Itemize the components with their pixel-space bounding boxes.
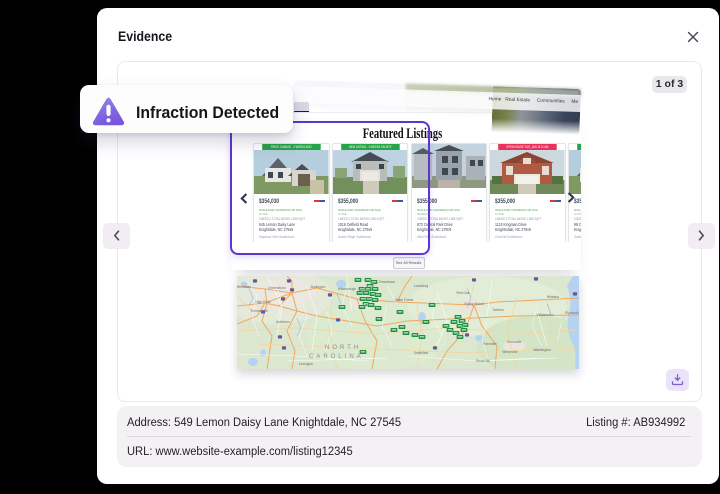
svg-text:Windsor: Windsor [547,295,560,299]
svg-text:Williamston: Williamston [537,313,554,317]
svg-text:Wake Forest: Wake Forest [395,298,414,302]
svg-text:Asheboro: Asheboro [276,320,290,324]
svg-text:Snow Hill: Snow Hill [476,359,490,363]
svg-text:Winterville: Winterville [502,350,517,354]
svg-text:Creedmoor: Creedmoor [379,280,396,284]
svg-text:Smithfield: Smithfield [414,351,429,355]
svg-text:CAROLINA: CAROLINA [309,354,364,360]
svg-text:Greenville: Greenville [507,340,522,344]
svg-text:Red Oak: Red Oak [456,291,469,295]
svg-text:Burlington: Burlington [311,285,326,289]
svg-text:NORTH: NORTH [325,345,361,351]
svg-text:Thomasville: Thomasville [250,309,268,313]
svg-text:Winston-Salem: Winston-Salem [237,285,251,289]
svg-text:Hillsborough: Hillsborough [338,287,356,291]
svg-text:Greensboro: Greensboro [268,286,286,290]
svg-text:Washington: Washington [533,348,550,352]
svg-text:Lexington: Lexington [299,362,313,366]
svg-text:Louisburg: Louisburg [414,284,429,288]
svg-text:Plymouth: Plymouth [565,311,579,315]
svg-text:Farmville: Farmville [483,342,497,346]
svg-text:High Point: High Point [255,300,270,304]
svg-text:Tarboro: Tarboro [492,308,503,312]
svg-text:Rocky Mount: Rocky Mount [464,302,483,306]
